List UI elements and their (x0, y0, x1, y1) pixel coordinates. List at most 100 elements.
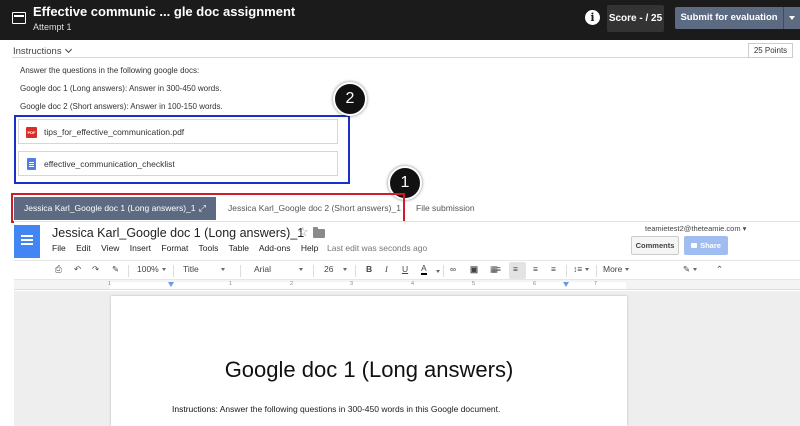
align-center-icon[interactable]: ≡ (513, 264, 518, 274)
tab-file-submission[interactable]: File submission (416, 197, 475, 220)
link-icon[interactable]: ∞ (450, 264, 456, 274)
toolbar-divider (566, 265, 567, 277)
underline-icon[interactable]: U (402, 264, 408, 274)
pencil-editing-icon[interactable]: ✎ (683, 264, 698, 275)
align-left-icon[interactable]: ≡ (496, 264, 501, 274)
score-button[interactable]: Score - / 25 (607, 5, 664, 32)
indent-marker-icon[interactable] (168, 282, 174, 287)
menu-view[interactable]: View (101, 243, 119, 253)
attachment-label: effective_communication_checklist (44, 159, 175, 169)
doc-instructions-text: Answer the following questions in 300-45… (217, 404, 501, 414)
style-select[interactable]: Title (183, 264, 225, 274)
attachment-google-doc[interactable]: effective_communication_checklist (18, 151, 338, 176)
attempt-label: Attempt 1 (33, 22, 72, 32)
bold-icon[interactable]: B (366, 264, 372, 274)
more-label: More (603, 264, 623, 274)
submit-button[interactable]: Submit for evaluation (675, 7, 783, 29)
font-size-select[interactable]: 26 (324, 264, 348, 274)
info-icon[interactable]: i (585, 10, 600, 25)
toolbar-divider (355, 265, 356, 277)
account-menu[interactable]: teamietest2@theteamie.com ▾ (645, 224, 746, 233)
ruler-number: 1 (108, 281, 112, 287)
style-value: Title (183, 264, 199, 274)
paint-format-icon[interactable]: ✎ (112, 264, 119, 275)
ruler-number: 3 (350, 281, 354, 287)
instruction-line: Answer the questions in the following go… (20, 66, 200, 75)
doc-title[interactable]: Jessica Karl_Google doc 1 (Long answers)… (52, 226, 304, 240)
text-color-icon[interactable]: A (421, 264, 427, 275)
comments-button[interactable]: Comments (631, 236, 679, 255)
points-badge: 25 Points (748, 43, 793, 58)
caret-down-icon (343, 268, 348, 271)
redo-icon[interactable]: ↷ (92, 264, 99, 275)
caret-down-icon (220, 268, 225, 271)
share-label: Share (700, 241, 721, 250)
instructions-toggle[interactable]: Instructions (13, 45, 72, 57)
more-button[interactable]: More (603, 264, 630, 274)
align-right-icon[interactable]: ≡ (533, 264, 538, 274)
last-edit-status[interactable]: Last edit was seconds ago (327, 243, 427, 253)
lock-icon (691, 243, 698, 248)
font-size-value: 26 (324, 264, 334, 274)
expand-icon[interactable]: ⤢ (199, 197, 206, 220)
collapse-toolbar-icon[interactable]: ⌃ (716, 264, 723, 275)
star-icon[interactable]: ☆ (297, 224, 309, 240)
align-justify-icon[interactable]: ≡ (551, 264, 556, 274)
app-root: { "header": { "title": "Effective commun… (0, 0, 800, 426)
chevron-down-icon (64, 45, 72, 54)
tab-google-doc-2[interactable]: Jessica Karl_Google doc 2 (Short answers… (228, 197, 401, 220)
doc-instructions-label: Instructions: (172, 404, 218, 414)
instructions-label: Instructions (13, 46, 62, 57)
google-docs-logo-icon[interactable] (14, 225, 40, 258)
insert-comment-icon[interactable]: ▣ (470, 264, 478, 275)
pdf-icon: PDF (26, 127, 37, 138)
tab-label: Jessica Karl_Google doc 1 (Long answers)… (24, 203, 196, 213)
attachment-pdf[interactable]: PDF tips_for_effective_communication.pdf (18, 119, 338, 144)
ruler-number: 6 (533, 281, 537, 287)
right-indent-marker-icon[interactable] (563, 282, 569, 287)
menu-edit[interactable]: Edit (76, 243, 91, 253)
toolbar-divider (240, 265, 241, 277)
ruler-body (110, 282, 626, 289)
caret-down-icon (625, 268, 630, 271)
font-select[interactable]: Arial (254, 264, 304, 274)
print-icon[interactable]: ⎙ (55, 264, 62, 275)
caret-down-icon (585, 268, 590, 271)
window-icon[interactable] (12, 12, 26, 24)
instruction-line: Google doc 2 (Short answers): Answer in … (20, 102, 223, 111)
ruler-number: 2 (290, 281, 294, 287)
menu-file[interactable]: File (52, 243, 66, 253)
toolbar-divider (443, 265, 444, 277)
google-doc-icon (27, 158, 36, 170)
menu-tools[interactable]: Tools (199, 243, 219, 253)
submit-dropdown-button[interactable] (783, 7, 800, 29)
menu-add-ons[interactable]: Add-ons (259, 243, 291, 253)
zoom-value: 100% (137, 264, 159, 274)
tab-google-doc-1[interactable]: Jessica Karl_Google doc 1 (Long answers)… (14, 197, 216, 220)
callout-badge-2: 2 (333, 82, 367, 116)
doc-instructions[interactable]: Instructions: Answer the following quest… (172, 404, 500, 414)
caret-down-icon (161, 268, 166, 271)
ruler-number: 4 (411, 281, 415, 287)
zoom-select[interactable]: 100% (137, 264, 166, 274)
line-spacing-icon[interactable]: ↕≡ (573, 264, 590, 274)
menu-insert[interactable]: Insert (130, 243, 151, 253)
toolbar-divider (596, 265, 597, 277)
attachment-label: tips_for_effective_communication.pdf (44, 127, 185, 137)
assignment-title: Effective communic ... gle doc assignmen… (33, 4, 296, 19)
italic-icon[interactable]: I (385, 264, 388, 274)
menu-help[interactable]: Help (301, 243, 318, 253)
doc-heading[interactable]: Google doc 1 (Long answers) (111, 357, 627, 383)
undo-icon[interactable]: ↶ (74, 264, 81, 275)
menu-format[interactable]: Format (161, 243, 188, 253)
caret-down-icon (299, 268, 304, 271)
toolbar-divider (173, 265, 174, 277)
share-button[interactable]: Share (684, 236, 728, 255)
toolbar-divider (313, 265, 314, 277)
instruction-line: Google doc 1 (Long answers): Answer in 3… (20, 84, 222, 93)
font-value: Arial (254, 264, 272, 274)
divider (12, 57, 749, 58)
caret-down-icon (693, 268, 698, 271)
menu-table[interactable]: Table (229, 243, 249, 253)
folder-icon[interactable] (313, 227, 325, 238)
